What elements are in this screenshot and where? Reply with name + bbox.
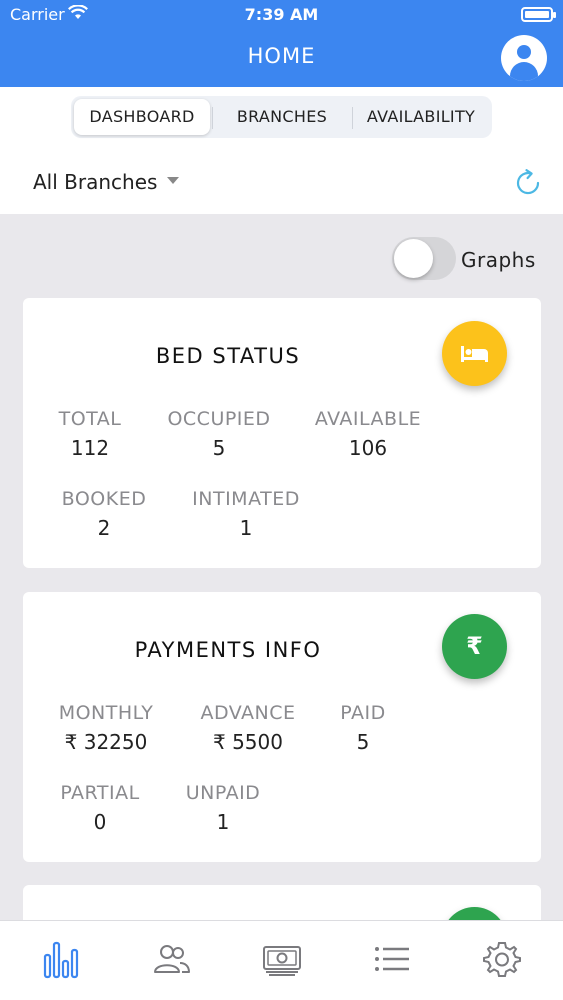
- toggle-knob: [394, 239, 433, 278]
- stat-label: MONTHLY: [58, 702, 154, 724]
- nav-bar: HOME: [0, 30, 563, 87]
- refresh-button[interactable]: [512, 167, 544, 199]
- bed-status-title: BED STATUS: [155, 344, 301, 368]
- tab-branches[interactable]: BRANCHES: [213, 99, 351, 135]
- stat-label: UNPAID: [185, 782, 261, 804]
- bed-status-badge[interactable]: [442, 321, 507, 386]
- graphs-toggle[interactable]: [392, 237, 456, 280]
- stat-label: INTIMATED: [192, 488, 300, 510]
- bed-status-card[interactable]: BED STATUS TOTAL 112 OCCUPIED 5 AVAILABL…: [23, 298, 541, 568]
- payments-info-card[interactable]: PAYMENTS INFO ₹ MONTHLY ₹ 32250 ADVANCE …: [23, 592, 541, 862]
- tab-payments[interactable]: [262, 939, 302, 979]
- stat-value: 1: [216, 810, 230, 834]
- payments-badge[interactable]: ₹: [442, 614, 507, 679]
- tab-availability[interactable]: AVAILABILITY: [353, 99, 489, 135]
- tab-dashboard[interactable]: DASHBOARD: [74, 99, 210, 135]
- stat-label: TOTAL: [58, 408, 122, 430]
- stat-value: 106: [348, 436, 388, 460]
- stat-available: AVAILABLE 106: [303, 408, 433, 460]
- cash-icon: [263, 946, 301, 976]
- bed-icon: [461, 346, 488, 362]
- stat-label: BOOKED: [61, 488, 147, 510]
- bar-chart-icon: [43, 941, 79, 979]
- stat-booked: BOOKED 2: [51, 488, 157, 540]
- stat-advance: ADVANCE ₹ 5500: [191, 702, 305, 754]
- tab-settings[interactable]: [482, 939, 522, 979]
- bottom-tab-bar: [0, 920, 563, 1000]
- stat-label: PARTIAL: [60, 782, 140, 804]
- stat-partial: PARTIAL 0: [50, 782, 150, 834]
- users-icon: [154, 945, 190, 973]
- stat-value: 5: [356, 730, 370, 754]
- status-bar: Carrier 7:39 AM: [0, 0, 563, 30]
- stat-value: ₹ 32250: [64, 730, 148, 754]
- stat-value: 2: [97, 516, 111, 540]
- branch-dropdown[interactable]: All Branches: [33, 170, 180, 194]
- stat-paid: PAID 5: [328, 702, 398, 754]
- stat-label: AVAILABLE: [314, 408, 422, 430]
- graphs-toggle-label: Graphs: [461, 248, 536, 272]
- stat-value: 112: [70, 436, 110, 460]
- tab-list[interactable]: [372, 939, 412, 979]
- list-icon: [375, 947, 409, 971]
- segmented-control: DASHBOARD BRANCHES AVAILABILITY: [71, 96, 492, 138]
- filter-panel: DASHBOARD BRANCHES AVAILABILITY All Bran…: [0, 87, 563, 214]
- stat-occupied: OCCUPIED 5: [159, 408, 279, 460]
- stat-intimated: INTIMATED 1: [181, 488, 311, 540]
- stat-value: 1: [239, 516, 253, 540]
- avatar-body-icon: [510, 62, 538, 81]
- branch-dropdown-value: All Branches: [33, 170, 158, 194]
- gear-icon: [483, 942, 521, 977]
- page-title: HOME: [247, 44, 316, 68]
- stat-label: ADVANCE: [200, 702, 296, 724]
- tab-tenants[interactable]: [151, 939, 191, 979]
- clock: 7:39 AM: [244, 5, 319, 24]
- tab-dashboard-bottom[interactable]: [41, 939, 81, 979]
- stat-value: 5: [212, 436, 226, 460]
- profile-avatar-button[interactable]: [501, 35, 547, 81]
- battery-icon: [521, 7, 556, 22]
- stat-label: OCCUPIED: [167, 408, 271, 430]
- caret-down-icon: [167, 177, 180, 184]
- stat-total: TOTAL 112: [50, 408, 130, 460]
- stat-label: PAID: [340, 702, 386, 724]
- stat-value: 0: [93, 810, 107, 834]
- avatar-head-icon: [517, 45, 531, 59]
- payments-info-title: PAYMENTS INFO: [134, 638, 322, 662]
- rupee-icon: ₹: [466, 632, 483, 660]
- stat-unpaid: UNPAID 1: [175, 782, 271, 834]
- stat-monthly: MONTHLY ₹ 32250: [50, 702, 162, 754]
- stat-value: ₹ 5500: [213, 730, 283, 754]
- refresh-icon: [516, 169, 540, 195]
